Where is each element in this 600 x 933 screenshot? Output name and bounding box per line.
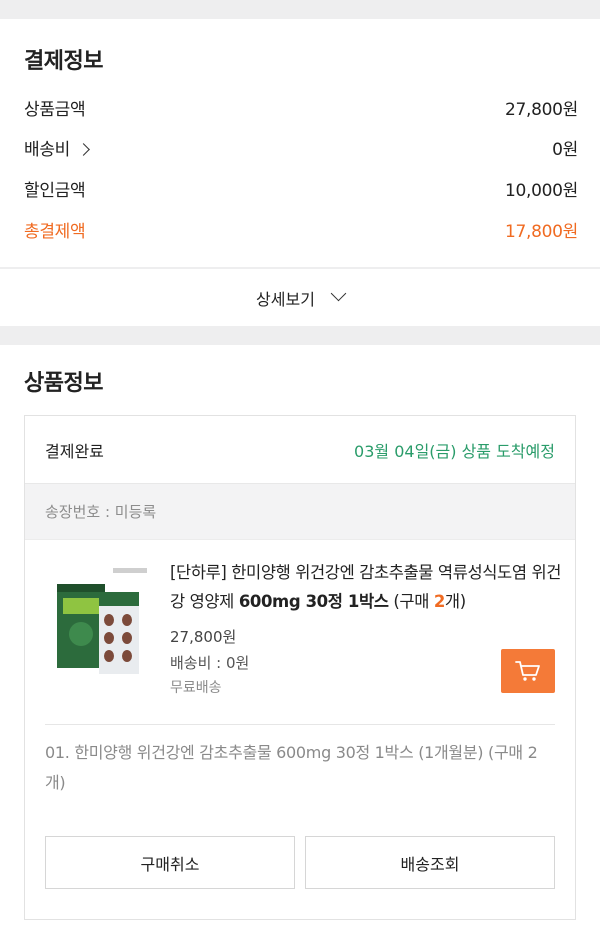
discount-amount-label: 할인금액 xyxy=(24,181,86,201)
detail-view-label: 상세보기 xyxy=(256,289,315,309)
total-payment-value: 17,800원 xyxy=(504,222,578,242)
product-info-title: 상품정보 xyxy=(24,371,103,396)
divider xyxy=(45,724,555,725)
payment-info-section: 결제정보 상품금액 27,800원 배송비 0원 할인금액 10,000원 총결… xyxy=(0,19,600,267)
product-price: 27,800원 xyxy=(170,628,237,646)
chevron-right-icon xyxy=(77,143,91,156)
product-name[interactable]: [단하루] 한미양행 위건강엔 감초추출물 역류성식도염 위건강 영양제 600… xyxy=(170,558,570,616)
shipping-fee-row[interactable]: 배송비 0원 xyxy=(24,135,578,160)
arrival-estimate: 03월 04일(금) 상품 도착예정 xyxy=(354,441,555,461)
order-status-header: 결제완료 03월 04일(금) 상품 도착예정 xyxy=(25,416,575,484)
detail-view-button[interactable]: 상세보기 xyxy=(0,269,600,326)
cancel-purchase-button[interactable]: 구매취소 xyxy=(45,836,295,889)
discount-amount-row: 할인금액 10,000원 xyxy=(24,176,578,201)
product-info-section: 상품정보 결제완료 03월 04일(금) 상품 도착예정 송장번호 : 미등록 xyxy=(0,345,600,933)
order-status: 결제완료 xyxy=(45,441,104,461)
total-payment-label: 총결제액 xyxy=(24,222,86,242)
shipping-fee-link[interactable]: 배송비 xyxy=(24,135,91,160)
product-option: 01. 한미양행 위건강엔 감초추출물 600mg 30정 1박스 (1개월분)… xyxy=(45,743,538,792)
product-thumbnail[interactable] xyxy=(55,562,147,680)
product-amount-row: 상품금액 27,800원 xyxy=(24,95,578,120)
cart-icon xyxy=(515,661,540,681)
order-card: 결제완료 03월 04일(금) 상품 도착예정 송장번호 : 미등록 [단하루]… xyxy=(24,415,576,920)
chevron-down-icon xyxy=(330,285,347,302)
product-amount-value: 27,800원 xyxy=(504,100,578,120)
add-to-cart-button[interactable] xyxy=(501,649,555,693)
product-shipping-fee: 배송비 : 0원 xyxy=(170,654,250,672)
shipping-fee-value: 0원 xyxy=(552,140,578,160)
payment-info-title: 결제정보 xyxy=(24,49,103,74)
product-item: [단하루] 한미양행 위건강엔 감초추출물 역류성식도염 위건강 영양제 600… xyxy=(25,540,575,720)
tracking-number: 송장번호 : 미등록 xyxy=(25,484,575,540)
shipping-fee-label: 배송비 xyxy=(24,140,71,160)
total-payment-row: 총결제액 17,800원 xyxy=(24,217,578,242)
free-shipping-label: 무료배송 xyxy=(170,680,222,696)
track-delivery-button[interactable]: 배송조회 xyxy=(305,836,555,889)
discount-amount-value: 10,000원 xyxy=(504,181,578,201)
product-amount-label: 상품금액 xyxy=(24,100,86,120)
